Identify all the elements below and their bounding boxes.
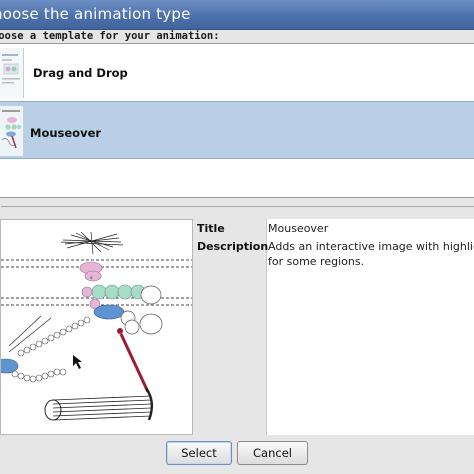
window-titlebar: hoose the animation type [0,0,474,30]
template-list[interactable]: Drag and Drop Mouseover [0,43,474,198]
template-item-mouseover[interactable]: Mouseover [0,101,474,159]
cancel-button[interactable]: Cancel [237,441,308,465]
description-key: Description [197,240,269,253]
dialog-button-bar: Select Cancel [0,436,474,474]
title-key: Title [197,222,225,235]
details-section-label: s [0,200,2,211]
select-button[interactable]: Select [166,441,232,465]
svg-text:α: α [90,275,93,280]
mouseover-thumbnail-icon [0,106,24,156]
template-prompt: hoose a template for your animation: [0,30,220,42]
template-preview-image: α [0,219,193,435]
description-value-line1: Adds an interactive image with highligh [268,240,474,253]
title-value: Mouseover [268,222,329,235]
drag-and-drop-thumbnail-icon [0,48,24,98]
template-label-drag-and-drop: Drag and Drop [33,66,128,80]
details-section-border [0,206,474,207]
template-details-panel: Title Mouseover Description Adds an inte… [195,219,474,435]
description-value-line2: for some regions. [268,255,365,268]
template-item-drag-and-drop[interactable]: Drag and Drop [0,44,474,102]
window-title: hoose the animation type [0,5,191,23]
template-label-mouseover: Mouseover [30,126,102,140]
